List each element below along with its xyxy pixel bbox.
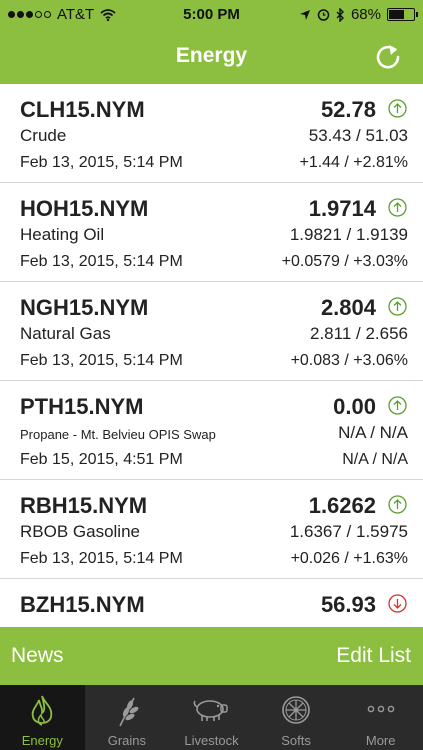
quote-change: N/A / N/A xyxy=(342,451,408,468)
quote-row-hoh15-nym[interactable]: HOH15.NYM Heating Oil Feb 13, 2015, 5:14 P… xyxy=(0,183,423,282)
trend-up-icon xyxy=(388,396,407,415)
quote-symbol: HOH15.NYM xyxy=(20,196,149,221)
tab-softs[interactable]: Softs xyxy=(254,685,339,750)
tab-grains[interactable]: Grains xyxy=(85,685,170,750)
tab-more[interactable]: More xyxy=(338,685,423,750)
status-bar: AT&T 5:00 PM 68% xyxy=(0,0,423,30)
quote-name: Propane - Mt. Belvieu OPIS Swap xyxy=(20,427,216,442)
quote-price: 56.93 xyxy=(320,592,376,617)
quote-name: Crude xyxy=(20,126,67,145)
quote-symbol: NGH15.NYM xyxy=(20,295,149,320)
quote-range: 2.811 / 2.656 xyxy=(310,324,408,343)
quote-row-rbh15-nym[interactable]: RBH15.NYM RBOB Gasoline Feb 13, 2015, 5:14… xyxy=(0,480,423,579)
battery-icon xyxy=(387,8,418,21)
edit-list-button[interactable]: Edit List xyxy=(336,644,411,668)
news-button[interactable]: News xyxy=(11,644,64,668)
action-bar: News Edit List xyxy=(0,627,423,685)
quote-change: +0.083 / +3.06% xyxy=(290,352,408,369)
quote-row-bzh15-nym[interactable]: BZH15.NYM 56.93 xyxy=(0,579,423,627)
trend-up-icon xyxy=(388,297,407,316)
battery-percent: 68% xyxy=(350,6,381,23)
quote-range: 1.6367 / 1.5975 xyxy=(289,522,408,541)
quote-date: Feb 13, 2015, 5:14 PM xyxy=(20,253,183,270)
status-right: 68% xyxy=(299,6,418,23)
quote-row-clh15-nym[interactable]: CLH15.NYM Crude Feb 13, 2015, 5:14 PM 52.78… xyxy=(0,84,423,183)
quote-name: Natural Gas xyxy=(20,324,111,343)
quote-date: Feb 13, 2015, 5:14 PM xyxy=(20,154,183,171)
tab-label: Livestock xyxy=(184,733,239,748)
tab-label: Softs xyxy=(281,733,311,748)
quote-price: 1.6262 xyxy=(308,493,376,518)
tab-energy[interactable]: Energy xyxy=(0,685,85,750)
trend-up-icon xyxy=(388,99,407,118)
quote-date: Feb 13, 2015, 5:14 PM xyxy=(20,352,183,369)
quote-row-ngh15-nym[interactable]: NGH15.NYM Natural Gas Feb 13, 2015, 5:14 P… xyxy=(0,282,423,381)
quote-price: 0.00 xyxy=(333,394,376,419)
alarm-clock-icon xyxy=(317,9,330,21)
tab-bar: Energy Grains Livestock Softs More xyxy=(0,685,423,750)
quote-range: 1.9821 / 1.9139 xyxy=(289,225,408,244)
bluetooth-icon xyxy=(336,7,344,22)
quote-symbol: RBH15.NYM xyxy=(20,493,148,518)
quote-price: 52.78 xyxy=(320,97,376,122)
quote-symbol: CLH15.NYM xyxy=(20,97,145,122)
quote-symbol: BZH15.NYM xyxy=(20,592,145,617)
quote-row-pth15-nym[interactable]: PTH15.NYM Propane - Mt. Belvieu OPIS Swap… xyxy=(0,381,423,480)
quote-symbol: PTH15.NYM xyxy=(20,394,144,419)
quote-range: N/A / N/A xyxy=(338,423,408,442)
quote-price: 2.804 xyxy=(320,295,376,320)
quote-change: +0.0579 / +3.03% xyxy=(281,253,408,270)
quote-change: +1.44 / +2.81% xyxy=(299,154,408,171)
trend-down-icon xyxy=(388,594,407,613)
quote-price: 1.9714 xyxy=(308,196,376,221)
nav-bar: Energy xyxy=(0,30,423,84)
location-arrow-icon xyxy=(299,9,310,20)
page-title: Energy xyxy=(175,44,248,67)
quote-name: RBOB Gasoline xyxy=(20,522,140,541)
quote-date: Feb 13, 2015, 5:14 PM xyxy=(20,550,183,567)
tab-label: Grains xyxy=(107,733,147,748)
tab-label: Energy xyxy=(21,733,63,748)
quote-name: Heating Oil xyxy=(20,225,105,244)
quote-change: +0.026 / +1.63% xyxy=(290,550,408,567)
trend-up-icon xyxy=(388,495,407,514)
trend-up-icon xyxy=(388,198,407,217)
tab-livestock[interactable]: Livestock xyxy=(169,685,254,750)
refresh-button[interactable] xyxy=(373,41,403,71)
tab-label: More xyxy=(365,733,396,748)
quote-date: Feb 15, 2015, 4:51 PM xyxy=(20,451,183,468)
quote-range: 53.43 / 51.03 xyxy=(308,126,408,145)
quote-list[interactable]: CLH15.NYM Crude Feb 13, 2015, 5:14 PM 52.78… xyxy=(0,84,423,627)
